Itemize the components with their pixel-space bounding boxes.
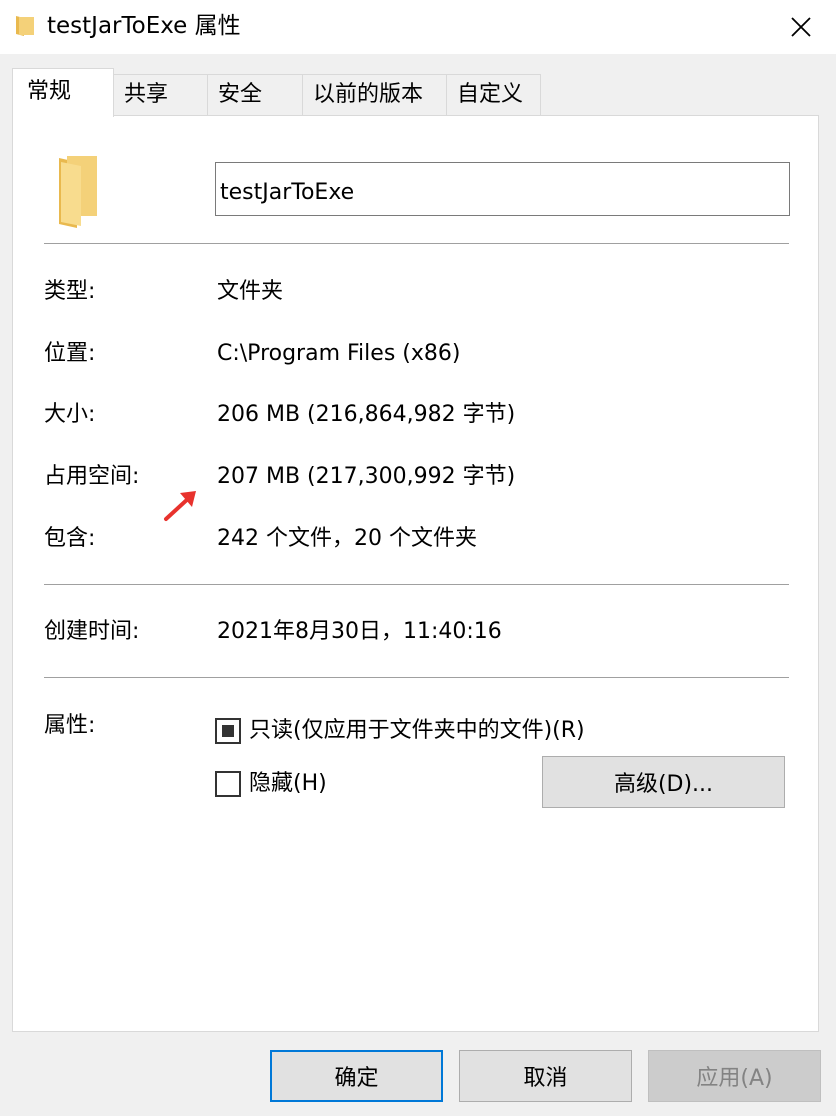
folder-name-input[interactable] (215, 162, 790, 216)
created-label: 创建时间: (44, 619, 140, 644)
disk-size-value: 207 MB (217,300,992 字节) (217, 464, 516, 489)
hidden-checkbox[interactable]: 隐藏(H) (215, 769, 327, 799)
red-arrow-icon (164, 491, 196, 521)
folder-icon (59, 156, 97, 228)
type-value: 文件夹 (217, 279, 284, 304)
divider (44, 677, 789, 678)
tab-previous-versions[interactable]: 以前的版本 (302, 74, 447, 116)
general-panel: 类型: 文件夹 位置: C:\Program Files (x86) 大小: 2… (12, 115, 819, 1032)
disk-size-label: 占用空间: (44, 464, 140, 489)
type-label: 类型: (44, 279, 96, 304)
tab-sharing[interactable]: 共享 (113, 74, 208, 116)
created-value: 2021年8月30日，11:40:16 (217, 619, 502, 644)
contains-label: 包含: (44, 526, 96, 551)
readonly-label: 只读(仅应用于文件夹中的文件)(R) (249, 718, 585, 743)
tab-general[interactable]: 常规 (12, 68, 114, 117)
contains-value: 242 个文件，20 个文件夹 (217, 526, 477, 551)
apply-button[interactable]: 应用(A) (648, 1050, 821, 1102)
attributes-label: 属性: (44, 713, 96, 738)
location-value: C:\Program Files (x86) (217, 341, 461, 366)
checkbox-indeterminate[interactable] (215, 718, 241, 744)
divider (44, 243, 789, 244)
location-label: 位置: (44, 341, 96, 366)
tab-security[interactable]: 安全 (207, 74, 303, 116)
close-button[interactable] (766, 0, 836, 54)
window-title: testJarToExe 属性 (47, 13, 241, 39)
title-bar: testJarToExe 属性 (0, 0, 836, 54)
ok-button[interactable]: 确定 (270, 1050, 443, 1102)
close-icon (791, 17, 811, 37)
divider (44, 584, 789, 585)
hidden-label: 隐藏(H) (249, 771, 327, 796)
size-label: 大小: (44, 402, 96, 427)
advanced-button[interactable]: 高级(D)... (542, 756, 785, 808)
folder-icon (16, 16, 34, 36)
size-value: 206 MB (216,864,982 字节) (217, 402, 516, 427)
cancel-button[interactable]: 取消 (459, 1050, 632, 1102)
tab-customize[interactable]: 自定义 (446, 74, 541, 116)
readonly-checkbox[interactable]: 只读(仅应用于文件夹中的文件)(R) (215, 716, 585, 746)
checkbox-unchecked[interactable] (215, 771, 241, 797)
